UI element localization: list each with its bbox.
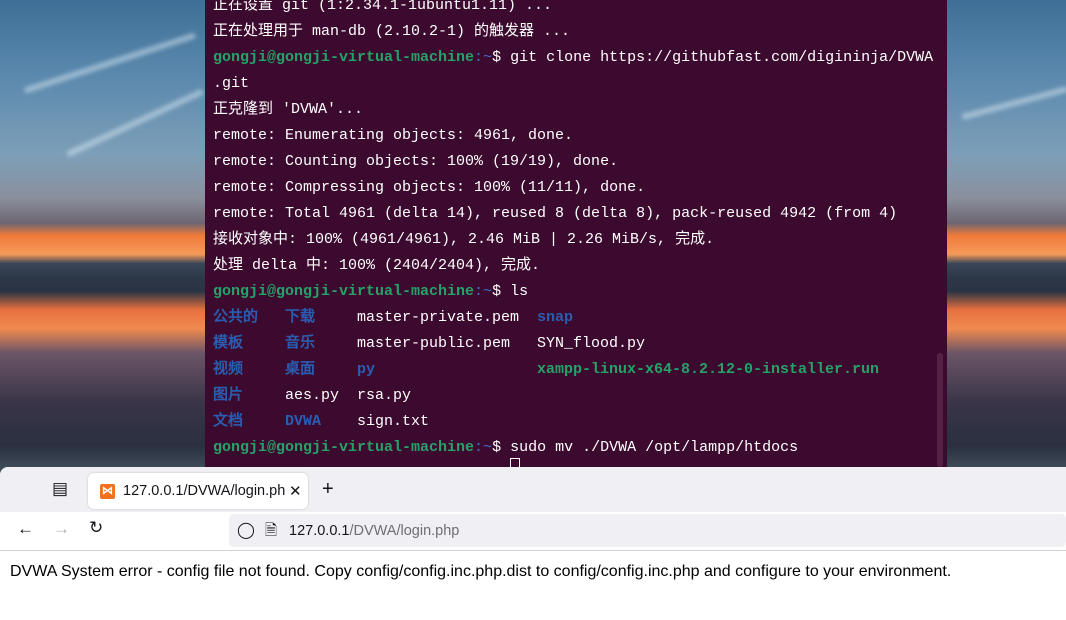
back-icon[interactable]: ← — [17, 519, 34, 539]
ls-entry: DVWA — [285, 413, 322, 430]
ls-entry: py — [357, 361, 376, 378]
browser-window: ▤ ⋈ 127.0.0.1/DVWA/login.php ✕ + ← → ↻ ◯… — [0, 467, 1066, 620]
ls-entry: rsa.py — [357, 387, 412, 404]
ls-entry: sign.txt — [357, 413, 430, 430]
terminal-line: remote: Enumerating objects: 4961, done. — [213, 127, 574, 144]
terminal-line: remote: Compressing objects: 100% (11/11… — [213, 179, 646, 196]
wallpaper-cloud — [961, 85, 1066, 121]
ls-entry: 模板 — [213, 335, 244, 352]
ls-entry: aes.py — [285, 387, 340, 404]
ls-entry: 图片 — [213, 387, 244, 404]
ls-entry: master-public.pem — [357, 335, 511, 352]
terminal-line: remote: Total 4961 (delta 14), reused 8 … — [213, 205, 898, 222]
reload-icon[interactable]: ↻ — [89, 518, 103, 538]
tab-dvwa-login[interactable]: ⋈ 127.0.0.1/DVWA/login.php ✕ — [88, 473, 308, 509]
ls-entry: 视频 — [213, 361, 244, 378]
terminal-scrollbar[interactable] — [937, 353, 943, 467]
ls-entry: xampp-linux-x64-8.2.12-0-installer.run — [537, 361, 880, 378]
ls-entry: 公共的 — [213, 309, 259, 326]
tab-bar: ▤ ⋈ 127.0.0.1/DVWA/login.php ✕ + — [0, 467, 1066, 512]
url-bar[interactable]: ◯ 🗎 127.0.0.1/DVWA/login.php — [229, 514, 1066, 547]
new-tab-icon[interactable]: + — [322, 478, 334, 501]
tab-overview-icon[interactable]: ▤ — [52, 479, 68, 499]
forward-icon[interactable]: → — [53, 519, 70, 539]
terminal-prompt-line: gongji@gongji-virtual-machine:~$ sudo mv… — [213, 439, 799, 456]
close-tab-icon[interactable]: ✕ — [289, 482, 302, 500]
ls-entry: 文档 — [213, 413, 244, 430]
terminal-cursor — [510, 458, 520, 467]
terminal-line: 接收对象中: 100% (4961/4961), 2.46 MiB | 2.26… — [213, 231, 715, 248]
page-icon[interactable]: 🗎 — [265, 520, 277, 545]
terminal-line: remote: Counting objects: 100% (19/19), … — [213, 153, 619, 170]
ls-entry: 下载 — [285, 309, 316, 326]
terminal-prompt-line: gongji@gongji-virtual-machine:~$ ls — [213, 283, 529, 300]
nav-toolbar: ← → ↻ ◯ 🗎 127.0.0.1/DVWA/login.php — [0, 512, 1066, 551]
terminal-line: 正克隆到 'DVWA'... — [213, 101, 364, 118]
wallpaper-cloud — [65, 88, 205, 158]
page-error-text: DVWA System error - config file not foun… — [10, 563, 952, 580]
ls-entry: 音乐 — [285, 335, 316, 352]
ls-entry: snap — [537, 309, 574, 326]
terminal-line: 处理 delta 中: 100% (2404/2404), 完成. — [213, 257, 541, 274]
shield-icon[interactable]: ◯ — [237, 520, 255, 540]
terminal-line: 正在处理用于 man-db (2.10.2-1) 的触发器 ... — [213, 23, 571, 40]
terminal-window[interactable]: 正在设置 git (1:2.34.1-1ubuntu1.11) ... 正在处理… — [205, 0, 947, 467]
ls-entry: 桌面 — [285, 361, 316, 378]
terminal-line: 正在设置 git (1:2.34.1-1ubuntu1.11) ... — [213, 0, 553, 14]
terminal-line: .git — [213, 75, 250, 92]
ls-entry: SYN_flood.py — [537, 335, 646, 352]
xampp-favicon-icon: ⋈ — [100, 483, 115, 499]
terminal-prompt-line: gongji@gongji-virtual-machine:~$ git clo… — [213, 49, 934, 66]
wallpaper-cloud — [23, 32, 197, 94]
ls-entry: master-private.pem — [357, 309, 520, 326]
